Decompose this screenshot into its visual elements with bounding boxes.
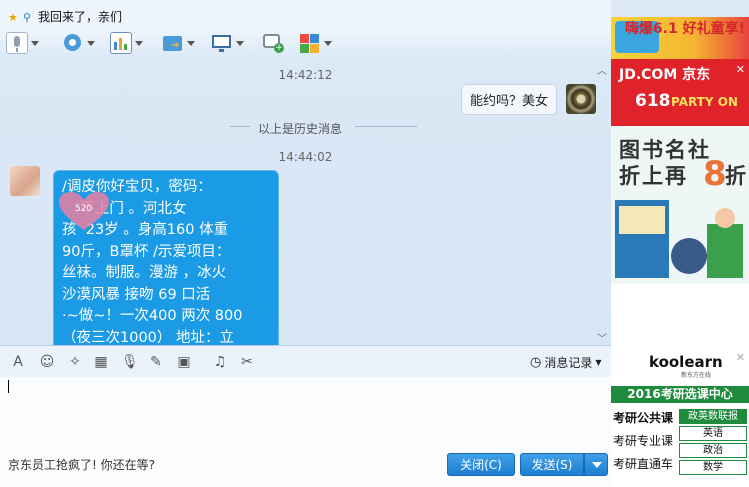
- poke-icon[interactable]: ✧: [67, 354, 83, 370]
- folder-icon: ➔: [162, 32, 184, 54]
- outgoing-message-text: 能约吗？美女: [470, 94, 549, 109]
- jd-logo: JD.COM 京东: [619, 67, 711, 83]
- close-ad-icon[interactable]: ✕: [736, 63, 745, 76]
- image-icon[interactable]: ▣: [176, 354, 192, 370]
- message-history[interactable]: 14:42:12 能约吗？美女 以上是历史消息 14:44:02 /调皮你好宝贝…: [0, 60, 611, 345]
- koolearn-row-major[interactable]: 考研专业课: [613, 432, 673, 449]
- history-divider-right: [355, 126, 417, 127]
- send-button[interactable]: 发送(S): [520, 453, 584, 476]
- bar-chart-icon: [110, 32, 132, 54]
- music-icon[interactable]: ♫: [212, 354, 228, 370]
- chat-toolbar: ➔ +: [0, 26, 611, 61]
- books-discount-number: 8: [703, 154, 727, 194]
- create-discussion-button[interactable]: +: [262, 30, 284, 56]
- chat-add-icon: +: [262, 32, 284, 54]
- gif-icon[interactable]: ▦: [93, 354, 109, 370]
- message-time: 14:44:02: [278, 150, 333, 164]
- edit-icon[interactable]: ✎: [148, 354, 164, 370]
- book-illustration-icon: [611, 196, 749, 284]
- sticker-text: 520: [75, 204, 93, 214]
- emoji-icon[interactable]: ☺: [39, 354, 55, 370]
- apps-grid-icon: [299, 32, 321, 54]
- scroll-down-icon[interactable]: ﹀: [597, 330, 607, 345]
- jd-party-label: PARTY ON: [671, 95, 738, 109]
- message-input[interactable]: [0, 377, 611, 447]
- message-time: 14:42:12: [278, 68, 333, 82]
- koolearn-sub: 新东方在线: [681, 372, 712, 379]
- chevron-down-icon: ▼: [595, 358, 602, 367]
- voice-message-icon[interactable]: 🎙: [121, 354, 139, 370]
- remote-assist-button[interactable]: [110, 30, 143, 56]
- message-record-label: 消息记录: [544, 356, 593, 370]
- star-icon: ★: [8, 11, 18, 24]
- outgoing-message-bubble[interactable]: 能约吗？美女: [461, 84, 558, 115]
- koolearn-tag-bundle[interactable]: 政英数联报: [679, 409, 747, 424]
- top-promo-text: 嗨爆6.1 好礼童享!: [624, 21, 745, 37]
- close-button[interactable]: 关闭(C): [447, 453, 515, 476]
- books-ad-banner[interactable]: 图书名社 折上再 8 折: [611, 126, 749, 284]
- koolearn-logo: koolearn: [649, 353, 723, 371]
- koolearn-tag-english[interactable]: 英语: [679, 426, 747, 441]
- screen-share-button[interactable]: [211, 30, 244, 56]
- search-icon[interactable]: ⚲: [23, 12, 34, 23]
- scroll-up-icon[interactable]: ︿: [597, 62, 607, 77]
- font-icon[interactable]: A: [10, 354, 26, 370]
- send-file-button[interactable]: ➔: [162, 30, 195, 56]
- koolearn-row-public[interactable]: 考研公共课: [613, 409, 673, 426]
- clock-icon: ◷: [530, 355, 542, 370]
- video-call-button[interactable]: [62, 30, 95, 56]
- koolearn-ad-panel[interactable]: ✕ koolearn 新东方在线 2016考研选课中心 考研公共课 考研专业课 …: [611, 347, 749, 487]
- top-promo-banner[interactable]: 嗨爆6.1 好礼童享!: [611, 17, 749, 59]
- koolearn-tag-math[interactable]: 数学: [679, 460, 747, 475]
- contact-avatar[interactable]: [10, 166, 40, 196]
- send-options-button[interactable]: [584, 453, 608, 476]
- ad-text-link[interactable]: 京东员工抢疯了! 你还在等?: [8, 456, 155, 473]
- books-discount-suffix: 折: [725, 164, 746, 188]
- jd-ad-banner[interactable]: JD.COM 京东 ✕ 618 PARTY ON: [611, 59, 749, 126]
- status-line: ★ ⚲ 我回来了，亲们: [8, 8, 122, 25]
- voice-call-button[interactable]: [6, 30, 39, 56]
- input-toolbar: A ☺ ✧ ▦ 🎙 ✎ ▣ ♫ ✂ ◷ 消息记录 ▼: [0, 345, 611, 379]
- koolearn-banner: 2016考研选课中心: [611, 386, 749, 403]
- books-subheadline: 折上再: [619, 164, 688, 188]
- history-separator-label: 以上是历史消息: [258, 122, 343, 136]
- monitor-icon: [211, 32, 233, 54]
- close-ad-icon[interactable]: ✕: [736, 351, 745, 364]
- my-avatar[interactable]: [566, 84, 596, 114]
- apps-button[interactable]: [299, 30, 332, 56]
- jd-618-label: 618: [635, 91, 671, 111]
- webcam-icon: [62, 32, 84, 54]
- text-cursor: [8, 380, 9, 393]
- heart-sticker-icon: 520: [59, 192, 109, 232]
- koolearn-row-express[interactable]: 考研直通车: [613, 455, 673, 472]
- screenshot-icon[interactable]: ✂: [239, 354, 255, 370]
- message-record-button[interactable]: ◷ 消息记录 ▼: [530, 354, 602, 371]
- history-divider-left: [230, 126, 250, 127]
- ad-gap: [611, 284, 749, 347]
- microphone-icon: [6, 32, 28, 54]
- status-text: 我回来了，亲们: [38, 10, 123, 24]
- koolearn-tag-politics[interactable]: 政治: [679, 443, 747, 458]
